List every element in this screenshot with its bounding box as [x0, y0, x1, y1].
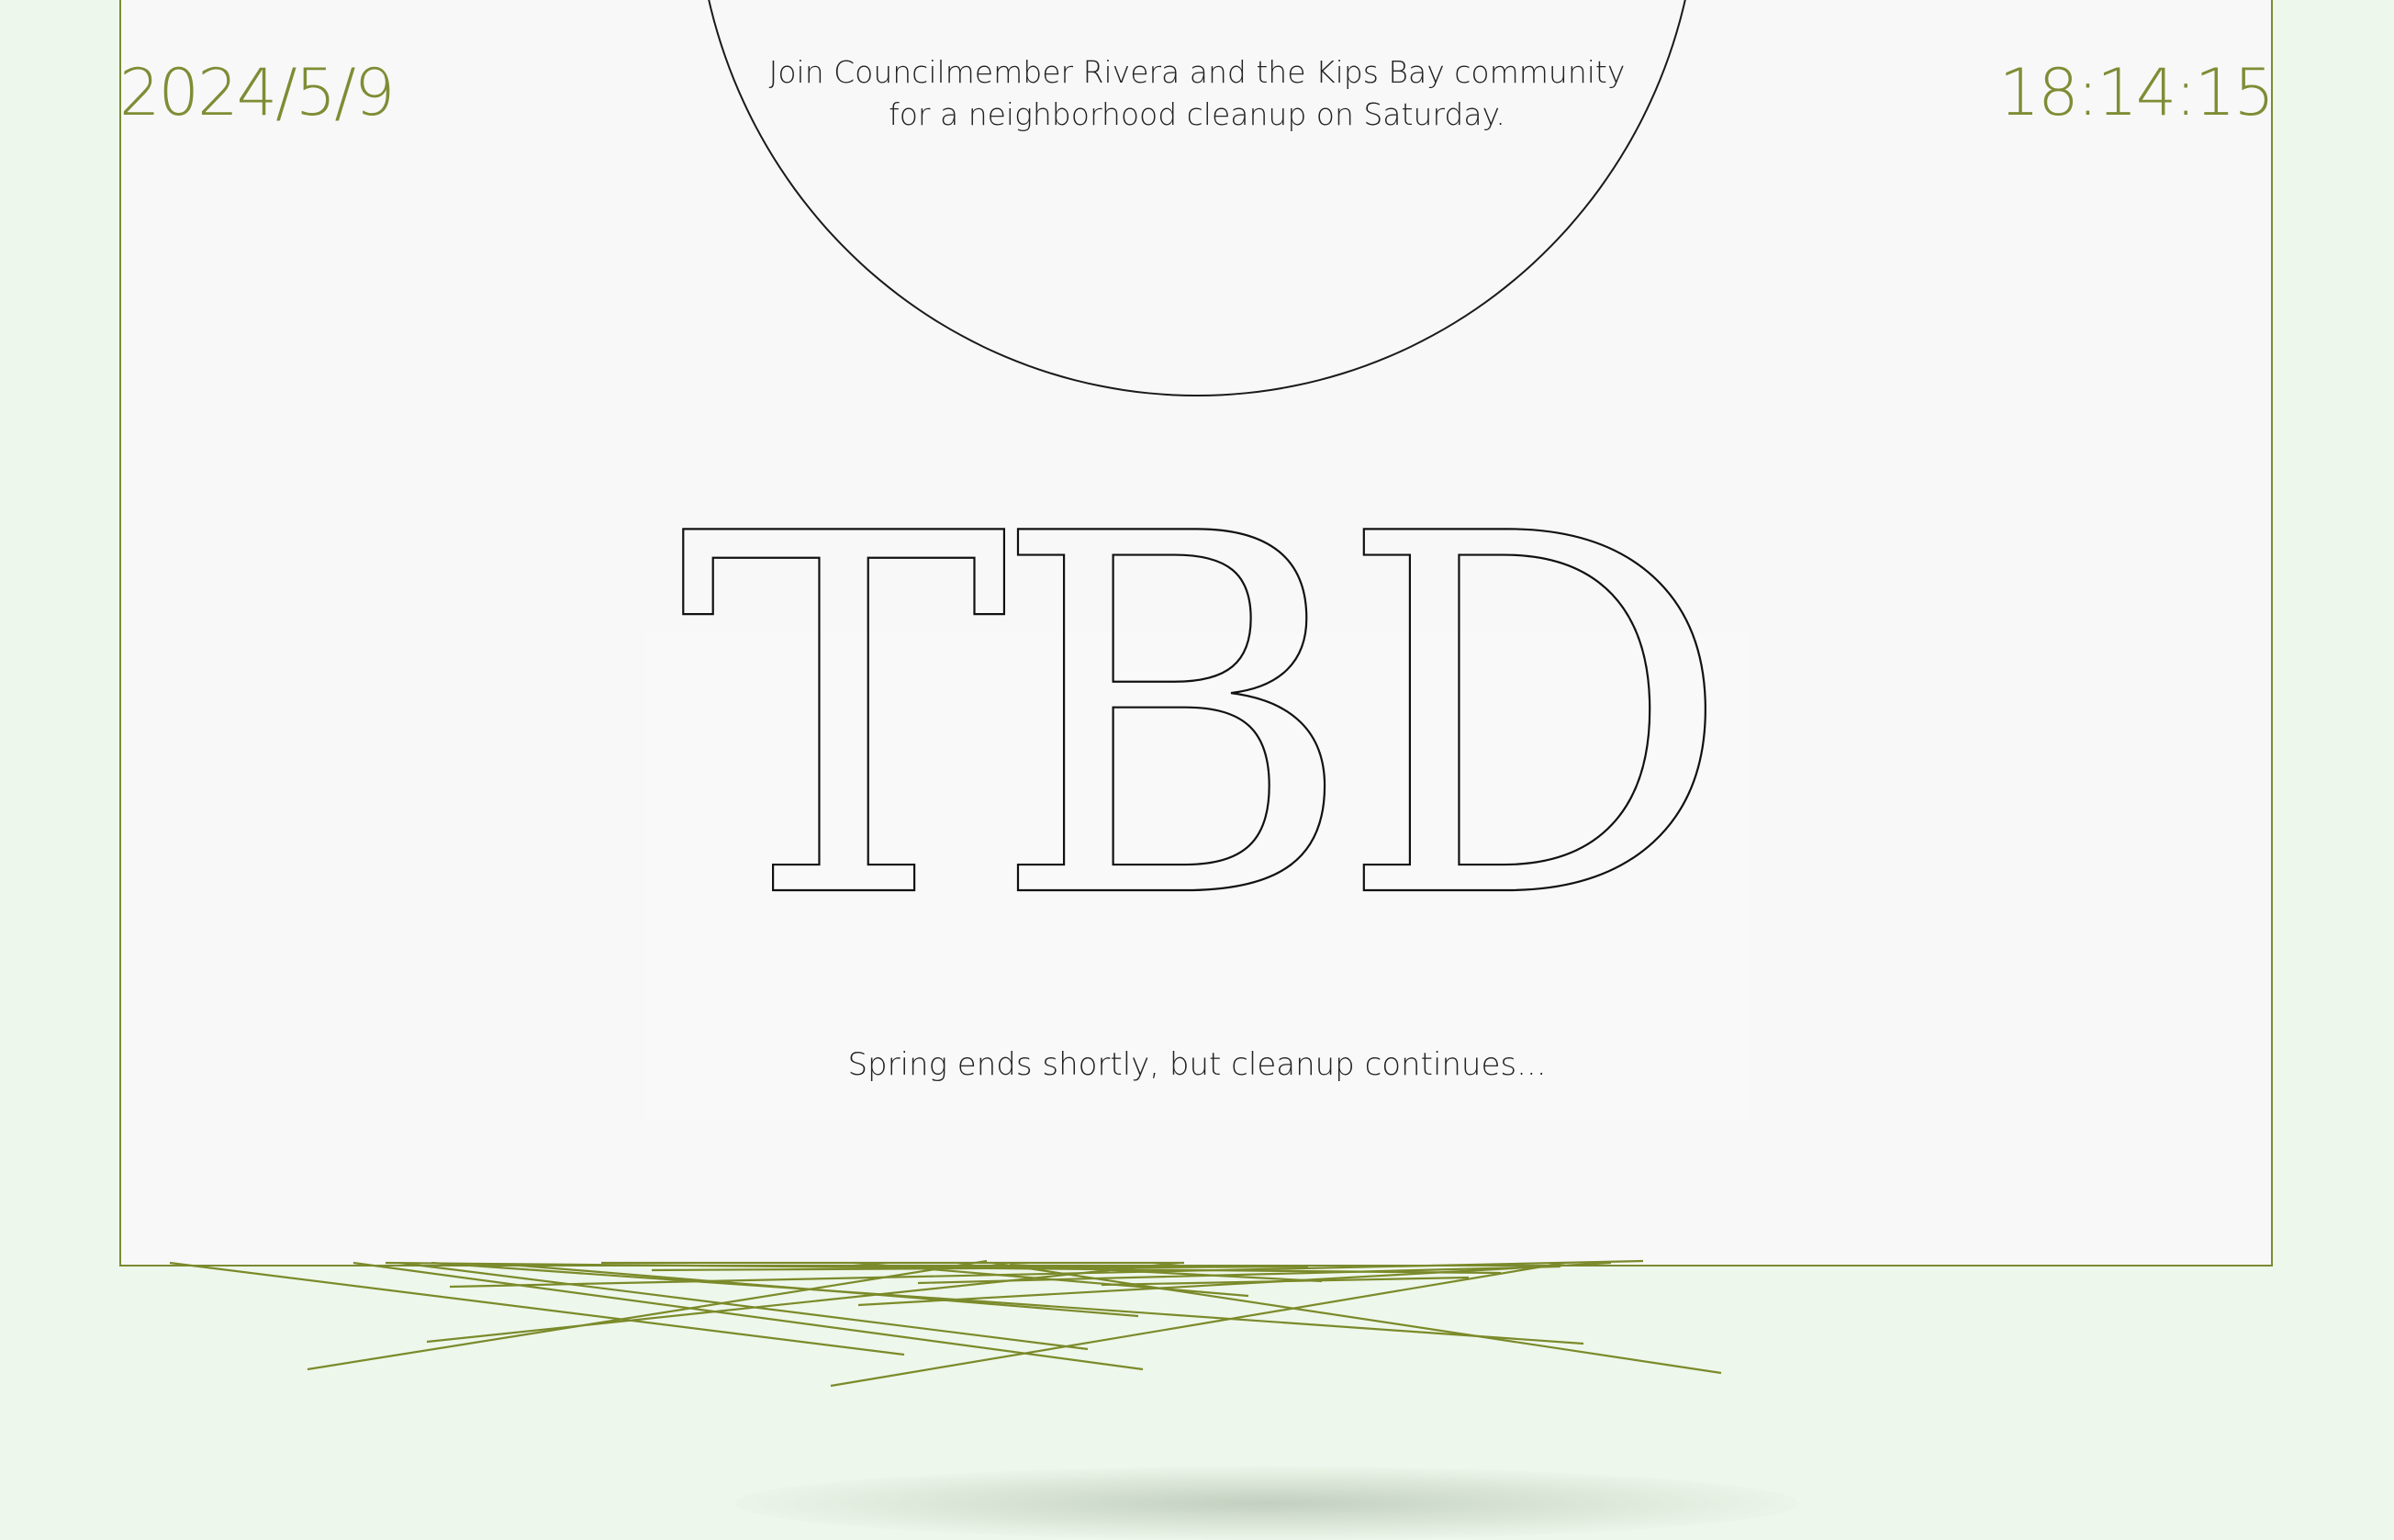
date-display: 2024/5/9 — [119, 55, 395, 130]
intro-line-2: for a neighborhood cleanup on Saturday. — [889, 96, 1505, 132]
clock-display: 18:14:15 — [1998, 55, 2275, 130]
intro-text: Join Councilmember Rivera and the Kips B… — [738, 51, 1656, 136]
intro-line-1: Join Councilmember Rivera and the Kips B… — [768, 54, 1626, 90]
hero-title: TBD — [677, 514, 1735, 899]
ground-shadow — [734, 1467, 1799, 1540]
grass-decoration — [169, 1259, 1722, 1388]
hero-title-text: TBD — [678, 514, 1716, 899]
hero-tagline: Spring ends shortly, but cleanup continu… — [847, 1046, 1547, 1083]
